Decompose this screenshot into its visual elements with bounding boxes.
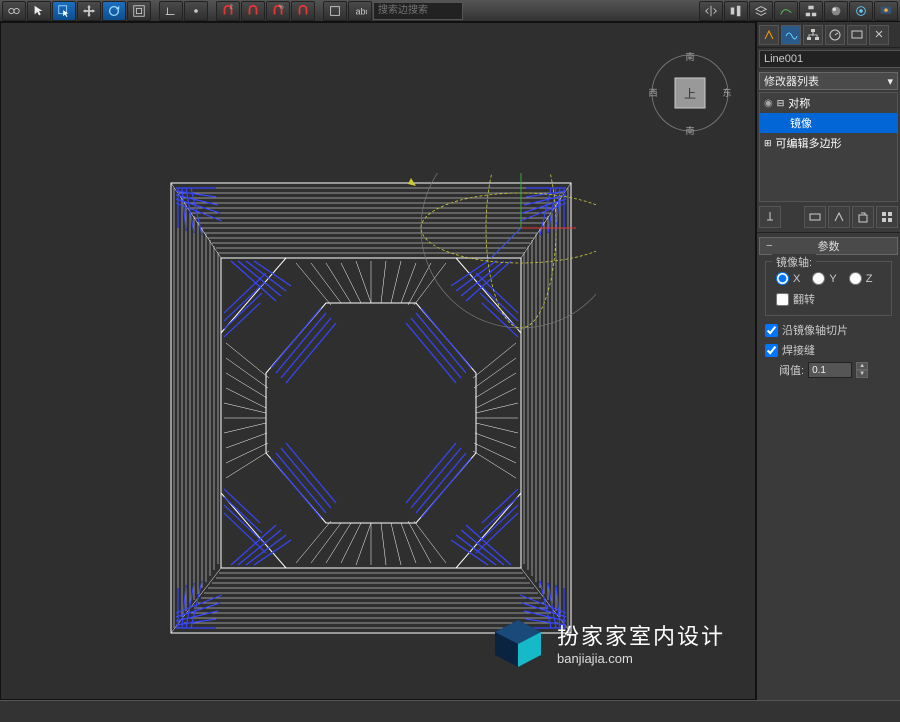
tool-snap-2d-icon[interactable]: 2 [216,1,240,21]
tool-named-set-icon[interactable] [323,1,347,21]
create-tab-icon[interactable] [759,25,779,45]
modifier-stack[interactable]: ◉ ⊟ 对称 镜像 ⊞ 可编辑多边形 [759,92,898,202]
stack-item-label: 可编辑多边形 [776,135,842,151]
stack-item-label: 镜像 [790,115,812,131]
chevron-down-icon: ▾ [887,75,893,88]
tool-render-icon[interactable] [874,1,898,21]
viewcube[interactable]: 上 南 南 东 西 [645,48,735,138]
tool-schematic-icon[interactable] [799,1,823,21]
svg-text:abc: abc [356,6,367,16]
stack-item-symmetry[interactable]: ◉ ⊟ 对称 [760,93,897,113]
tool-link-icon[interactable] [2,1,26,21]
watermark-en: banjiajia.com [557,651,725,666]
tool-snap-percent-icon[interactable]: % [266,1,290,21]
rollout-parameters-body: 镜像轴: X Y Z 翻转 沿镜像轴切片 焊接缝 阈值: ▲ [757,255,900,384]
make-unique-button[interactable] [828,206,850,228]
expand-icon[interactable]: ⊞ [764,138,772,149]
configure-sets-button[interactable] [876,206,898,228]
wireframe-object[interactable] [146,173,596,643]
svg-text:2: 2 [230,4,233,10]
tool-scale-icon[interactable] [127,1,151,21]
mirror-axis-label: 镜像轴: [772,254,816,270]
show-end-result-button[interactable] [804,206,826,228]
tool-material-icon[interactable] [824,1,848,21]
flip-checkbox[interactable]: 翻转 [776,291,815,307]
modify-tab-icon[interactable] [781,25,801,45]
viewcube-s: 南 [685,125,694,136]
motion-tab-icon[interactable] [825,25,845,45]
modifier-list-label: 修改器列表 [764,73,819,89]
expand-icon[interactable]: ⊟ [777,98,785,109]
spinner-down-button[interactable]: ▼ [856,370,868,378]
viewport[interactable]: 上 南 南 东 西 [0,22,756,700]
top-toolbar: 2 % abc [0,0,900,22]
mirror-axis-group: 镜像轴: X Y Z 翻转 [765,261,892,316]
svg-text:%: % [279,4,284,10]
pin-stack-button[interactable] [759,206,781,228]
tool-render-setup-icon[interactable] [849,1,873,21]
object-name-input[interactable] [759,50,900,68]
tool-mirror-icon[interactable] [699,1,723,21]
toolbar-search-input[interactable] [373,2,463,20]
threshold-label: 阈值: [779,362,804,378]
tool-select-region-icon[interactable] [52,1,76,21]
viewcube-w: 西 [648,88,657,98]
tool-move-icon[interactable] [77,1,101,21]
command-panel: 修改器列表 ▾ ◉ ⊟ 对称 镜像 ⊞ 可编辑多边形 [756,22,900,700]
viewcube-top-label[interactable]: 上 [684,87,696,101]
slice-checkbox[interactable]: 沿镜像轴切片 [765,322,848,338]
modifier-list-dropdown[interactable]: 修改器列表 ▾ [759,72,898,90]
tool-layers-icon[interactable] [749,1,773,21]
hierarchy-tab-icon[interactable] [803,25,823,45]
tool-align-icon[interactable] [724,1,748,21]
display-tab-icon[interactable] [847,25,867,45]
spinner-up-button[interactable]: ▲ [856,362,868,370]
threshold-input[interactable] [808,362,852,378]
axis-x-radio[interactable]: X [776,272,800,285]
tool-snap-angle-icon[interactable] [241,1,265,21]
stack-item-editable-poly[interactable]: ⊞ 可编辑多边形 [760,133,897,153]
viewcube-e: 东 [722,87,731,98]
rollout-parameters-header[interactable]: 参数 [759,237,898,255]
tool-text-icon[interactable]: abc [348,1,372,21]
tool-snap-spinner-icon[interactable] [291,1,315,21]
stack-item-mirror[interactable]: 镜像 [760,113,897,133]
weld-checkbox[interactable]: 焊接缝 [765,342,815,358]
utilities-tab-icon[interactable] [869,25,889,45]
bulb-icon: ◉ [764,98,773,109]
rollout-title: 参数 [818,238,840,254]
tool-curve-editor-icon[interactable] [774,1,798,21]
stack-item-label: 对称 [788,95,810,111]
viewcube-n: 南 [685,51,694,62]
tool-center-icon[interactable] [184,1,208,21]
tool-rotate-icon[interactable] [102,1,126,21]
tool-refsys-icon[interactable] [159,1,183,21]
axis-z-radio[interactable]: Z [849,272,873,285]
axis-y-radio[interactable]: Y [812,272,836,285]
status-bar [0,700,900,722]
remove-modifier-button[interactable] [852,206,874,228]
tool-select-icon[interactable] [27,1,51,21]
